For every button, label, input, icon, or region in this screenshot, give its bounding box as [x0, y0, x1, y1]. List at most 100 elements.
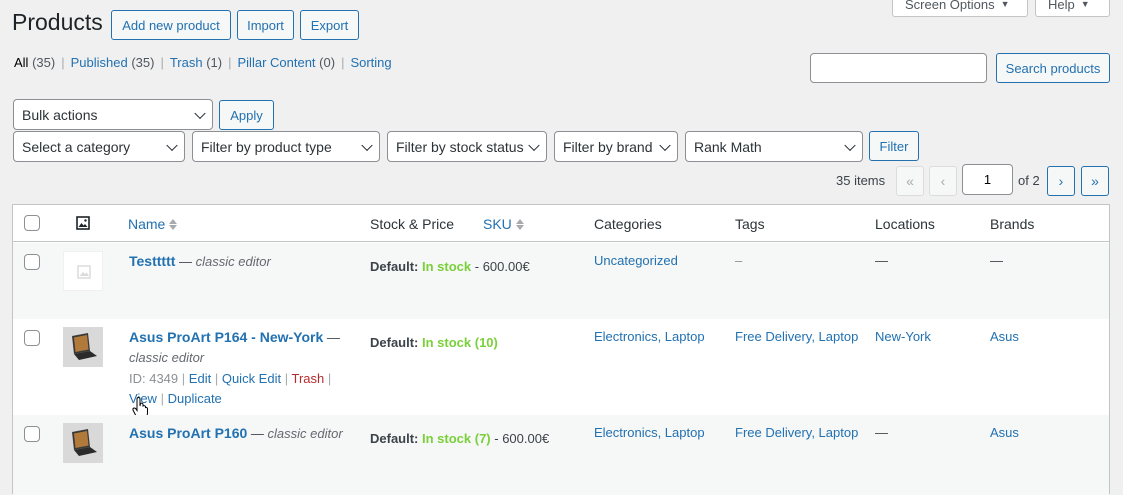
search-products-button[interactable]: Search products: [996, 53, 1110, 83]
separator: |: [160, 391, 164, 406]
editor-note: classic editor: [267, 426, 343, 441]
page-title: Products: [12, 9, 103, 35]
chevron-down-icon: [844, 139, 856, 151]
category-link[interactable]: Uncategorized: [594, 253, 678, 268]
bulk-actions-select[interactable]: Bulk actions: [13, 99, 213, 130]
quick-edit-link[interactable]: Quick Edit: [222, 371, 281, 386]
separator: |: [181, 371, 186, 386]
chevron-down-icon: [659, 139, 671, 151]
add-product-button[interactable]: Add new product: [111, 10, 231, 40]
stock-status: In stock: [422, 259, 472, 274]
laptop-image: [63, 423, 103, 463]
stock-prefix: Default:: [370, 259, 419, 274]
category-links[interactable]: Electronics, Laptop: [594, 329, 705, 344]
product-name-cell: Asus ProArt P164 - New-York —: [129, 329, 340, 345]
chevron-down-icon: [166, 139, 178, 151]
items-count: 35 items: [836, 173, 886, 188]
product-name-link[interactable]: Asus ProArt P164 - New-York: [129, 329, 323, 345]
stock-status-filter-select[interactable]: Filter by stock status: [387, 131, 547, 162]
table-header: Name Stock & Price SKU Categories Tags L…: [13, 205, 1109, 242]
view-all[interactable]: All (35): [14, 55, 55, 70]
stock-status: In stock (10): [422, 335, 498, 350]
rank-math-filter-select[interactable]: Rank Math: [685, 131, 863, 162]
current-page-input[interactable]: [962, 164, 1013, 195]
stock-status-filter-value: Filter by stock status: [396, 138, 524, 155]
row-checkbox[interactable]: [24, 330, 40, 346]
brands-column-header: Brands: [990, 216, 1035, 232]
separator: |: [327, 371, 332, 386]
view-pillar-content[interactable]: Pillar Content (0): [238, 55, 336, 70]
locations-column-header: Locations: [875, 216, 935, 232]
row-checkbox[interactable]: [24, 254, 40, 270]
category-filter-select[interactable]: Select a category: [13, 131, 185, 162]
screen-options-label: Screen Options: [905, 0, 995, 12]
tag-links[interactable]: Free Delivery, Laptop: [735, 425, 858, 440]
product-name-cell: Asus ProArt P160 — classic editor: [129, 425, 343, 441]
product-type-filter-value: Filter by product type: [201, 138, 332, 155]
screen-options-tab[interactable]: Screen Options ▼: [892, 0, 1028, 17]
brand-link[interactable]: Asus: [990, 425, 1019, 440]
sku-column-header[interactable]: SKU: [483, 216, 524, 232]
product-id: ID: 4349: [129, 371, 179, 386]
view-trash[interactable]: Trash (1): [170, 55, 222, 70]
tag-links[interactable]: Free Delivery, Laptop: [735, 329, 858, 344]
separator: |: [214, 371, 219, 386]
stock-prefix: Default:: [370, 335, 419, 350]
view-sorting[interactable]: Sorting: [350, 55, 391, 70]
total-pages: of 2: [1018, 173, 1040, 188]
image-column-icon: [76, 216, 90, 233]
last-page-button[interactable]: »: [1081, 166, 1109, 196]
bulk-actions-value: Bulk actions: [22, 106, 98, 123]
chevron-down-icon: [194, 107, 206, 119]
stock-price-cell: Default: In stock (7) - 600.00€: [370, 431, 549, 446]
import-button[interactable]: Import: [237, 10, 294, 40]
search-input[interactable]: [810, 53, 987, 83]
name-column-label: Name: [128, 216, 166, 232]
export-button[interactable]: Export: [300, 10, 359, 40]
product-thumbnail[interactable]: [63, 423, 103, 463]
help-tab[interactable]: Help ▼: [1035, 0, 1110, 17]
edit-link[interactable]: Edit: [189, 371, 211, 386]
apply-button[interactable]: Apply: [219, 100, 274, 130]
row-actions: ID: 4349 | Edit | Quick Edit | Trash |: [129, 371, 331, 386]
first-page-button: «: [896, 166, 924, 196]
name-column-header[interactable]: Name: [128, 216, 178, 232]
category-filter-value: Select a category: [22, 138, 131, 155]
row-checkbox[interactable]: [24, 426, 40, 442]
select-all-checkbox[interactable]: [24, 215, 40, 231]
brand-link[interactable]: Asus: [990, 329, 1019, 344]
table-row: Asus ProArt P160 — classic editor Defaul…: [13, 415, 1109, 495]
product-thumbnail-placeholder[interactable]: [63, 251, 103, 291]
price: - 600.00€: [490, 431, 550, 446]
sort-icon: [515, 218, 524, 230]
caret-down-icon: ▼: [1000, 0, 1010, 9]
trash-link[interactable]: Trash: [292, 371, 325, 386]
product-name-link[interactable]: Asus ProArt P160: [129, 425, 247, 441]
filter-button[interactable]: Filter: [869, 131, 919, 161]
chevron-down-icon: [528, 139, 540, 151]
editor-note: classic editor: [129, 350, 205, 365]
title-separator: —: [175, 254, 196, 269]
category-links[interactable]: Electronics, Laptop: [594, 425, 705, 440]
duplicate-link[interactable]: Duplicate: [168, 391, 222, 406]
caret-down-icon: ▼: [1080, 0, 1090, 9]
locations-cell: —: [875, 425, 888, 440]
separator: |: [61, 55, 65, 70]
prev-page-button: ‹: [929, 166, 957, 196]
tags-column-header: Tags: [735, 216, 765, 232]
product-name-link[interactable]: Testtttt: [129, 253, 175, 269]
table-row: Testtttt — classic editor Default: In st…: [13, 243, 1109, 319]
view-published[interactable]: Published (35): [71, 55, 155, 70]
product-type-filter-select[interactable]: Filter by product type: [192, 131, 380, 162]
brand-filter-select[interactable]: Filter by brand: [554, 131, 678, 162]
next-page-button[interactable]: ›: [1047, 166, 1075, 196]
stock-price-cell: Default: In stock (10): [370, 335, 498, 350]
location-link[interactable]: New-York: [875, 329, 931, 344]
separator: |: [160, 55, 164, 70]
help-label: Help: [1048, 0, 1075, 12]
placeholder-image-icon: [77, 265, 91, 279]
categories-column-header: Categories: [594, 216, 662, 232]
separator: |: [341, 55, 345, 70]
products-table: Name Stock & Price SKU Categories Tags L…: [12, 204, 1110, 495]
product-thumbnail[interactable]: [63, 327, 103, 367]
